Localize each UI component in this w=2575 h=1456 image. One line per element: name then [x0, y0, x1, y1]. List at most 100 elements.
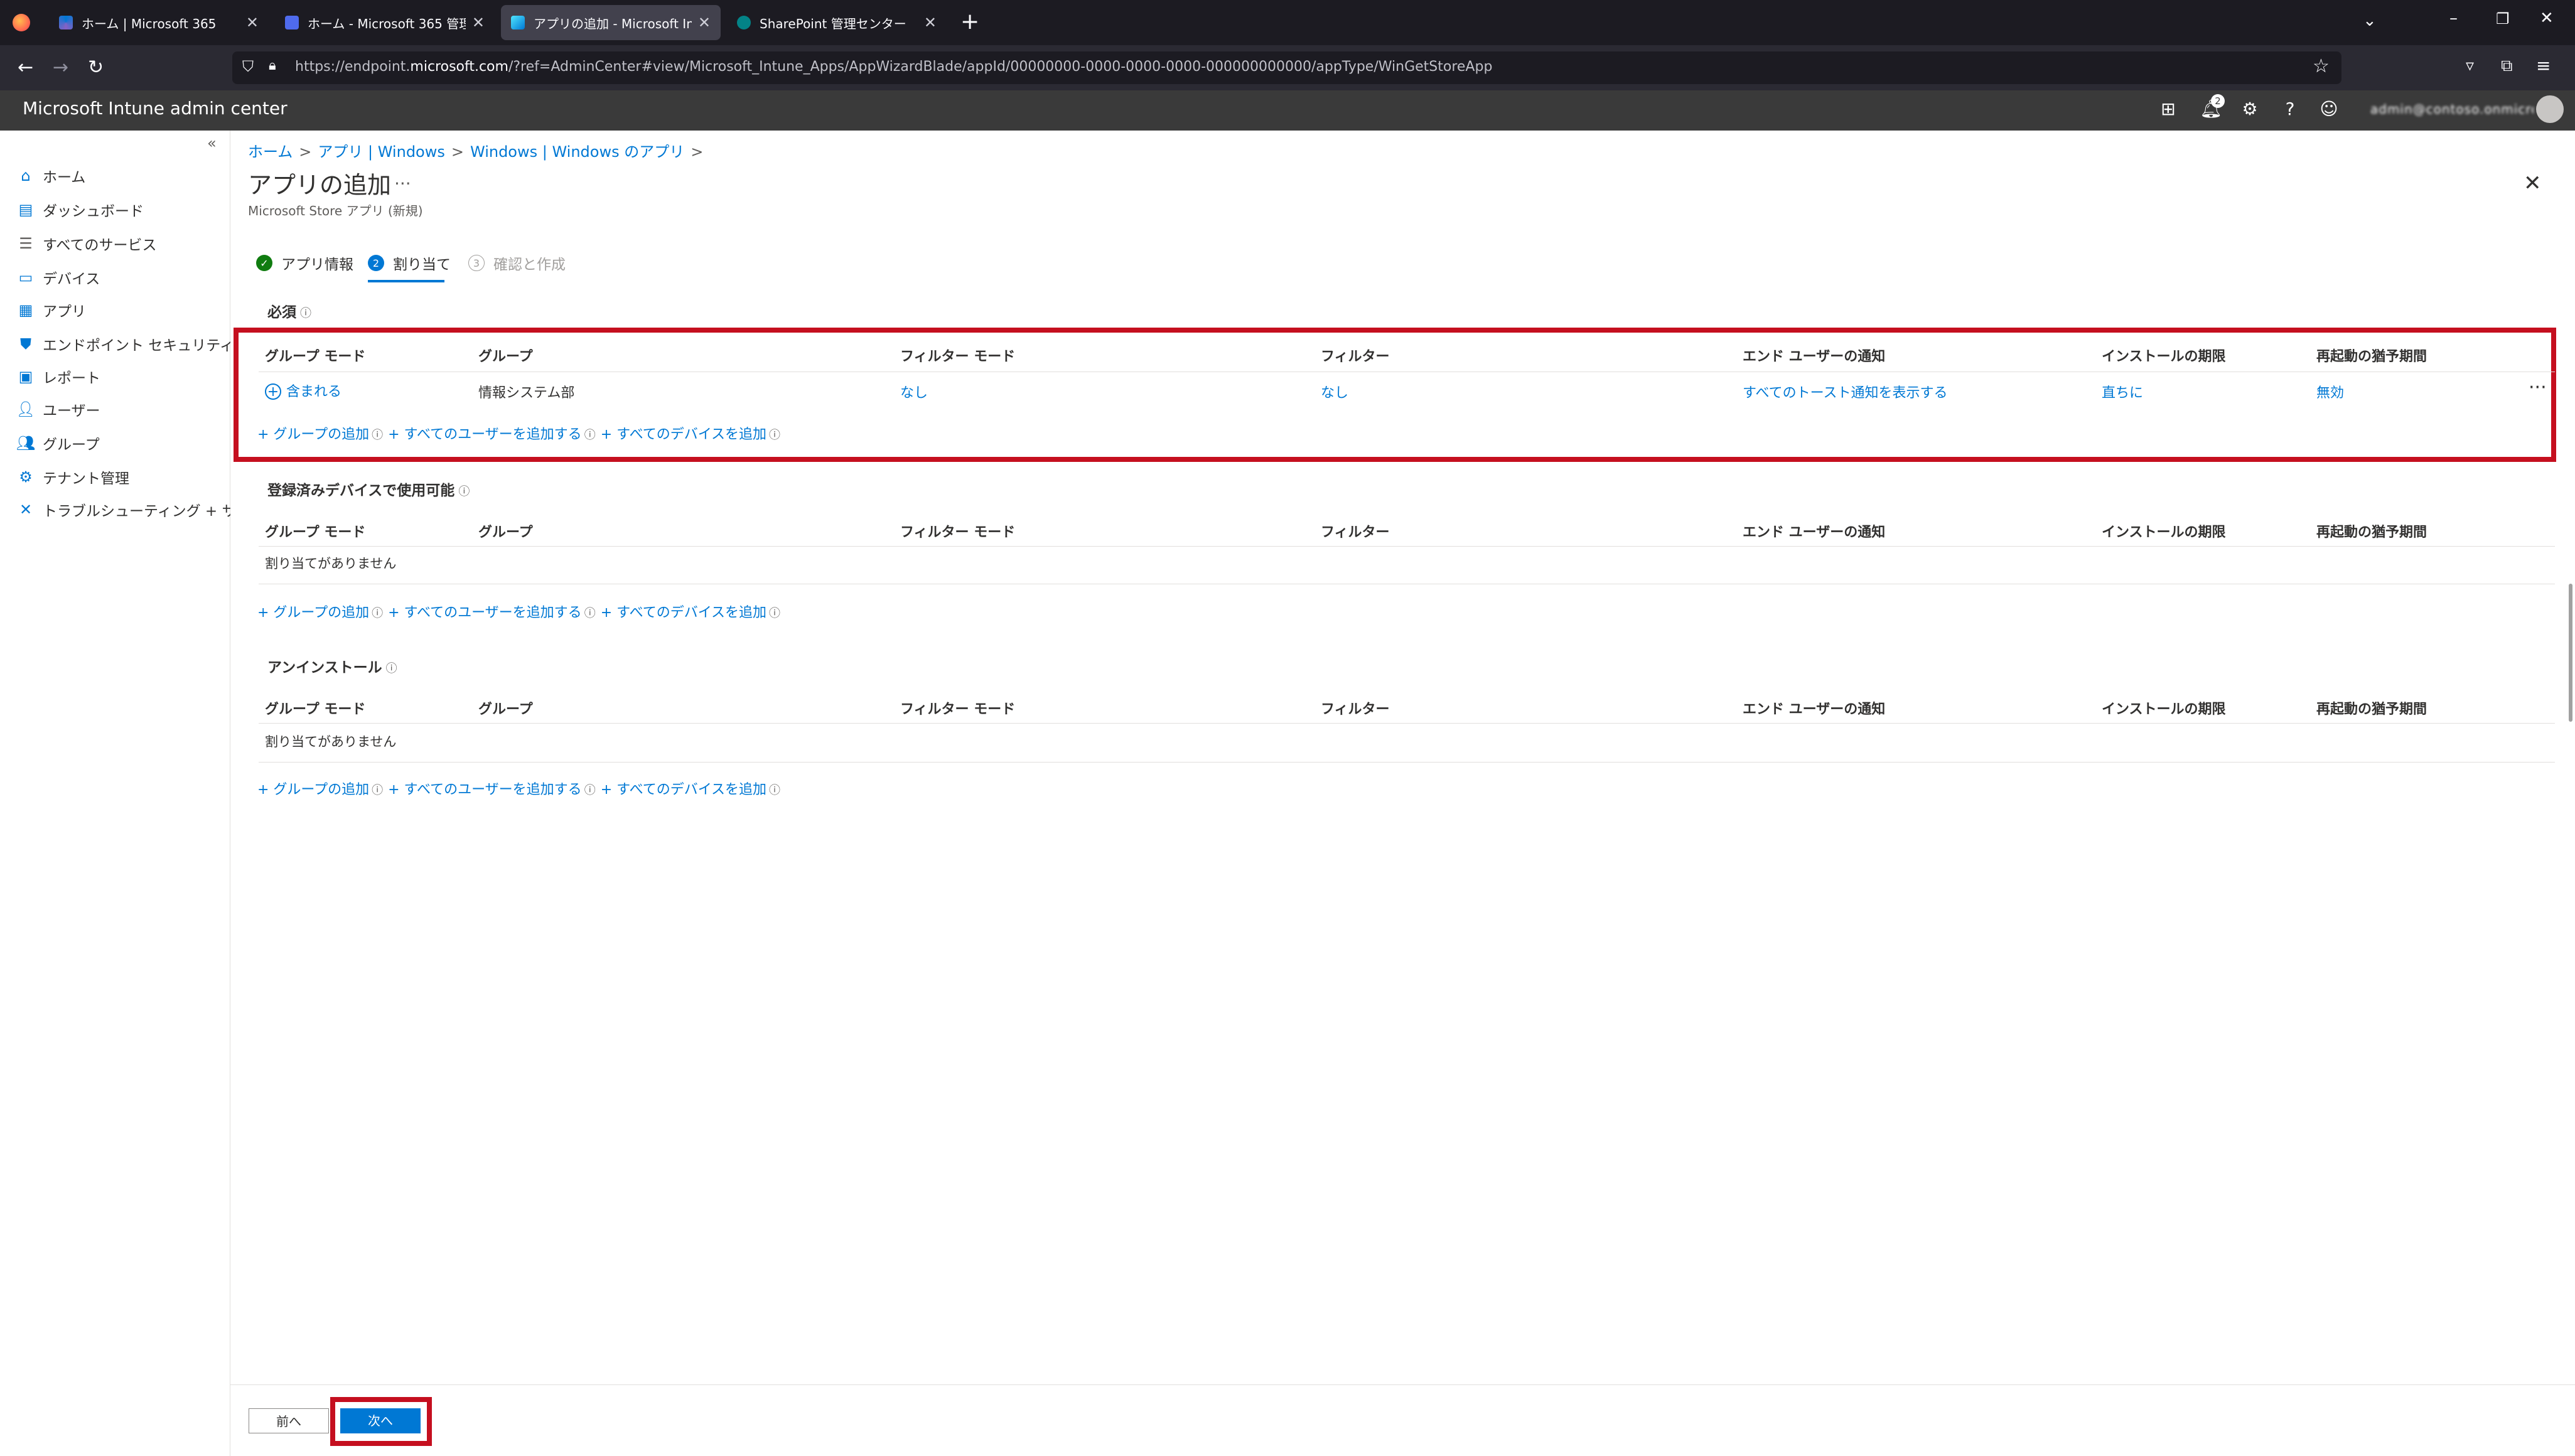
- sidebar: [0, 131, 230, 1456]
- avatar[interactable]: [2536, 95, 2564, 123]
- sidebar-item-groups[interactable]: 👥︎ グループ: [16, 429, 100, 457]
- wizard-step-app-info[interactable]: ✓ アプリ情報: [256, 252, 353, 274]
- column-header-filter-mode: フィルター モード: [900, 349, 1016, 365]
- sidebar-item-endpoint-security[interactable]: ⛊ エンドポイント セキュリティ: [16, 330, 234, 358]
- bookmark-star-icon[interactable]: ☆: [2313, 55, 2330, 77]
- sidebar-item-tenant-admin[interactable]: ⚙ テナント管理: [16, 463, 129, 491]
- more-options-button[interactable]: ...: [394, 168, 411, 189]
- sidebar-item-home[interactable]: ⌂ ホーム: [16, 162, 85, 190]
- back-icon[interactable]: ←: [18, 56, 33, 79]
- add-all-users-link[interactable]: + すべてのユーザーを追加する: [388, 427, 582, 442]
- shield-icon[interactable]: ⛉: [242, 58, 254, 75]
- home-icon: ⌂: [21, 167, 31, 185]
- end-user-notification-link[interactable]: すべてのトースト通知を表示する: [1743, 382, 1947, 402]
- m365-admin-favicon-icon: [285, 16, 299, 29]
- info-icon[interactable]: ⓘ: [584, 784, 596, 797]
- add-links-uninstall: + グループの追加 ⓘ + すべてのユーザーを追加する ⓘ + すべてのデバイスを追加 ⓘ: [257, 778, 785, 798]
- dashboard-icon: ▤: [18, 201, 33, 218]
- info-icon[interactable]: ⓘ: [458, 485, 470, 498]
- tab-list-icon[interactable]: ⌄: [2363, 11, 2377, 30]
- sidebar-item-apps[interactable]: ▦ アプリ: [16, 296, 86, 324]
- info-icon[interactable]: ⓘ: [584, 607, 596, 620]
- add-all-devices-link[interactable]: + すべてのデバイスを追加: [601, 605, 766, 621]
- close-tab-icon[interactable]: ✕: [246, 14, 259, 31]
- info-icon[interactable]: ⓘ: [584, 429, 596, 442]
- sidebar-item-all-services[interactable]: ☰ すべてのサービス: [16, 230, 156, 257]
- column-header-filter: フィルター: [1321, 702, 1390, 717]
- settings-icon[interactable]: ⚙: [2236, 95, 2264, 123]
- sidebar-item-users[interactable]: 👤︎ ユーザー: [16, 395, 100, 423]
- help-icon[interactable]: ?: [2276, 95, 2304, 123]
- previous-button[interactable]: 前へ: [249, 1408, 329, 1433]
- info-icon[interactable]: ⓘ: [372, 429, 383, 442]
- breadcrumb-separator: >: [451, 143, 464, 161]
- firefox-menu-icon[interactable]: [13, 14, 30, 31]
- step-number-icon: 2: [368, 255, 384, 271]
- wizard-step-assignments[interactable]: 2 割り当て: [368, 252, 451, 274]
- minimize-icon[interactable]: –: [2449, 9, 2458, 28]
- wizard-step-review-create[interactable]: 3 確認と作成: [468, 252, 566, 274]
- close-tab-icon[interactable]: ✕: [698, 14, 711, 31]
- account-name[interactable]: admin@contoso.onmicrosoft.com: [2370, 95, 2534, 123]
- step-number-icon: 3: [468, 255, 485, 271]
- url-text[interactable]: https://endpoint.microsoft.com/?ref=Admi…: [295, 59, 1492, 75]
- column-header-filter-mode: フィルター モード: [900, 525, 1016, 540]
- add-group-link[interactable]: + グループの追加: [257, 782, 369, 798]
- add-all-users-link[interactable]: + すべてのユーザーを追加する: [388, 605, 582, 621]
- sidebar-item-reports[interactable]: ▣ レポート: [16, 363, 100, 390]
- close-tab-icon[interactable]: ✕: [472, 14, 485, 31]
- breadcrumb-home[interactable]: ホーム: [248, 143, 293, 161]
- browser-tab[interactable]: ホーム | Microsoft 365 ✕: [49, 5, 269, 40]
- breadcrumb-apps-windows[interactable]: アプリ | Windows: [318, 143, 444, 161]
- groups-icon: 👥︎: [16, 434, 36, 452]
- forward-icon[interactable]: →: [53, 56, 68, 79]
- collapse-sidebar-icon[interactable]: «: [207, 134, 217, 152]
- close-icon[interactable]: ✕: [2524, 171, 2542, 196]
- remote-help-icon[interactable]: ⊞: [2154, 95, 2182, 123]
- reload-icon[interactable]: ↻: [88, 56, 104, 79]
- info-icon[interactable]: ⓘ: [769, 607, 780, 620]
- browser-menu-icon[interactable]: ≡: [2536, 55, 2551, 76]
- group-mode-included[interactable]: + 含まれる: [265, 380, 341, 400]
- add-group-link[interactable]: + グループの追加: [257, 605, 369, 621]
- lock-icon[interactable]: 🔒︎: [269, 58, 276, 73]
- close-tab-icon[interactable]: ✕: [924, 14, 937, 31]
- sidebar-item-label: ホーム: [43, 169, 86, 186]
- empty-assignments-text: 割り当てがありません: [265, 734, 397, 749]
- info-icon[interactable]: ⓘ: [372, 784, 383, 797]
- filter-link[interactable]: なし: [1321, 382, 1348, 402]
- app-title[interactable]: Microsoft Intune admin center: [23, 98, 288, 119]
- row-more-icon[interactable]: ···: [2529, 377, 2547, 399]
- column-header-install-deadline: インストールの期限: [2102, 525, 2226, 540]
- sidebar-item-dashboard[interactable]: ▤ ダッシュボード: [16, 196, 144, 223]
- info-icon[interactable]: ⓘ: [769, 784, 780, 797]
- info-icon[interactable]: ⓘ: [769, 429, 780, 442]
- info-icon[interactable]: ⓘ: [300, 307, 311, 320]
- current-step-indicator: [368, 280, 444, 282]
- browser-tab[interactable]: ホーム - Microsoft 365 管理センター ✕: [275, 5, 495, 40]
- browser-tab[interactable]: SharePoint 管理センター ✕: [727, 5, 947, 40]
- close-window-icon[interactable]: ✕: [2540, 9, 2554, 28]
- breadcrumb-windows-apps[interactable]: Windows | Windows のアプリ: [470, 143, 684, 161]
- browser-tab-active[interactable]: アプリの追加 - Microsoft Intune admin ✕: [501, 5, 721, 40]
- sidebar-item-devices[interactable]: ▭ デバイス: [16, 264, 100, 291]
- add-group-link[interactable]: + グループの追加: [257, 427, 369, 442]
- add-all-devices-link[interactable]: + すべてのデバイスを追加: [601, 427, 766, 442]
- sharepoint-favicon-icon: [737, 16, 751, 29]
- filter-mode-link[interactable]: なし: [900, 382, 928, 402]
- extensions-icon[interactable]: ⧉: [2501, 56, 2513, 76]
- pocket-icon[interactable]: ▿: [2466, 56, 2474, 75]
- install-deadline-link[interactable]: 直ちに: [2102, 382, 2143, 402]
- new-tab-button[interactable]: +: [960, 9, 979, 35]
- info-icon[interactable]: ⓘ: [372, 607, 383, 620]
- add-all-devices-link[interactable]: + すべてのデバイスを追加: [601, 782, 766, 798]
- column-header-install-deadline: インストールの期限: [2102, 702, 2226, 717]
- wizard-step-label: 割り当て: [393, 257, 451, 273]
- feedback-icon[interactable]: ☺: [2315, 95, 2343, 123]
- add-all-users-link[interactable]: + すべてのユーザーを追加する: [388, 782, 582, 798]
- scrollbar[interactable]: [2569, 584, 2572, 722]
- restart-grace-link[interactable]: 無効: [2316, 382, 2344, 402]
- info-icon[interactable]: ⓘ: [386, 662, 397, 675]
- restore-icon[interactable]: ❐: [2496, 10, 2510, 28]
- wizard-step-label: 確認と作成: [493, 257, 566, 273]
